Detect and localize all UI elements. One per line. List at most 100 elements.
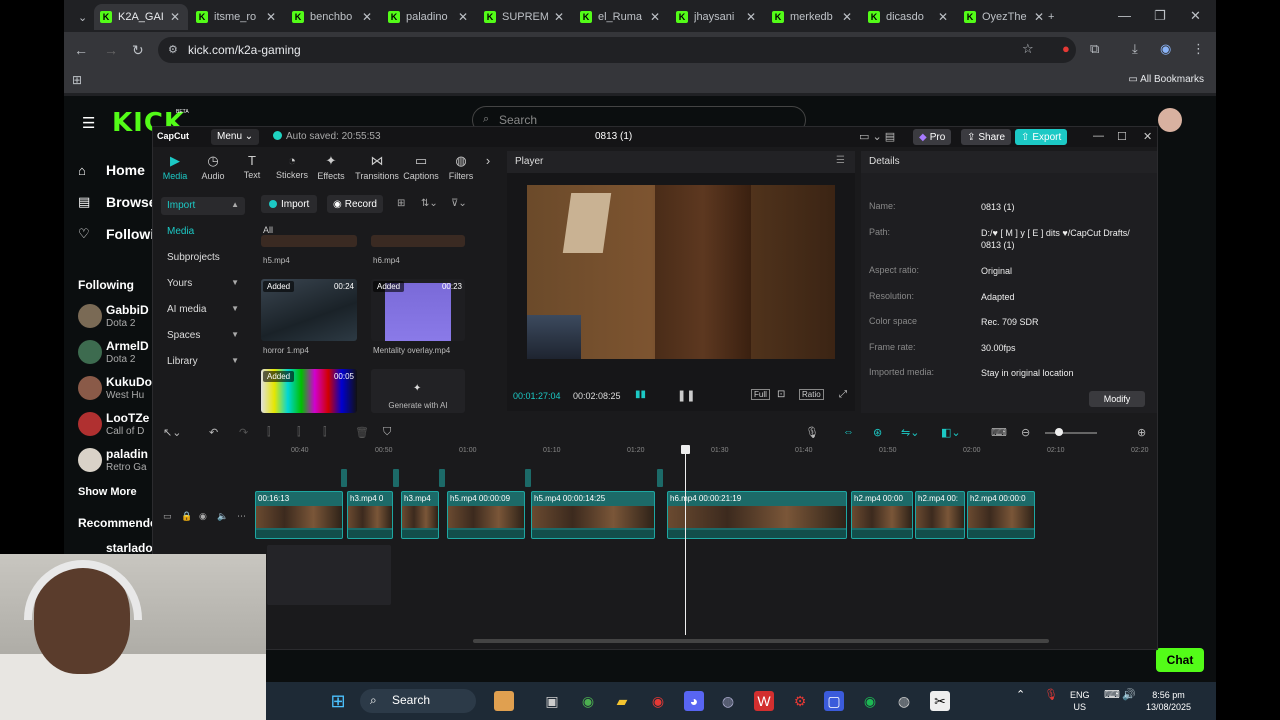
link-icon[interactable]: ⇔ <box>843 426 854 438</box>
close-icon[interactable]: ✕ <box>458 10 468 24</box>
close-icon[interactable]: ✕ <box>842 10 852 24</box>
tab-text[interactable]: T Text <box>232 153 272 180</box>
generate-ai-card[interactable]: ✦ Generate with AI <box>371 369 465 413</box>
record-app-icon[interactable]: ◉ <box>648 691 668 711</box>
timeline-clip[interactable]: h3.mp4 <box>401 491 439 539</box>
sidebar-item-library[interactable]: Library ▼ <box>161 353 245 371</box>
capcut-icon[interactable]: ✂ <box>930 691 950 711</box>
more-menu-icon[interactable]: ⋮ <box>1192 41 1205 57</box>
chat-button[interactable]: Chat <box>1156 648 1204 672</box>
all-bookmarks[interactable]: ▭ All Bookmarks <box>1128 74 1204 85</box>
extension-red-icon[interactable]: ● <box>1062 41 1070 56</box>
close-window-icon[interactable]: ✕ <box>1190 8 1201 24</box>
close-icon[interactable]: ✕ <box>938 10 948 24</box>
mic-tray-icon[interactable]: 🎙 <box>1044 689 1058 701</box>
steam-alt-icon[interactable]: ◍ <box>894 691 914 711</box>
nav-home[interactable]: ⌂ Home <box>78 162 145 178</box>
media-thumb-mentality[interactable]: Added 00:23 <box>371 279 465 341</box>
close-icon[interactable]: ✕ <box>170 10 180 24</box>
steam-icon[interactable]: ◍ <box>718 691 738 711</box>
zoom-out-icon[interactable]: ⊖ <box>1021 426 1030 439</box>
new-tab-button[interactable]: + <box>1042 4 1060 30</box>
maximize-icon[interactable]: ☐ <box>1117 130 1127 143</box>
language-indicator[interactable]: ENG US <box>1070 689 1090 713</box>
preview-axis-icon[interactable]: ◧⌄ <box>941 426 961 439</box>
minimize-icon[interactable]: — <box>1118 8 1131 23</box>
import-button[interactable]: Import <box>261 195 318 213</box>
select-tool-icon[interactable]: ↖⌄ <box>163 426 181 439</box>
bookmark-star-icon[interactable]: ☆ <box>1022 41 1034 57</box>
full-button[interactable]: Full <box>751 389 770 400</box>
tab-paladino[interactable]: Kpaladino ✕ <box>382 4 476 30</box>
modify-button[interactable]: Modify <box>1089 391 1145 407</box>
all-filter-label[interactable]: All <box>263 225 273 235</box>
tab-merkedb[interactable]: Kmerkedb ✕ <box>766 4 860 30</box>
profile-icon[interactable]: ◉ <box>1160 41 1171 57</box>
lock-icon[interactable]: 🔒 <box>181 511 192 522</box>
spotify-icon[interactable]: ◉ <box>860 691 880 711</box>
eye-icon[interactable]: ◉ <box>199 511 207 522</box>
speaker-icon[interactable]: 🔈 <box>217 511 228 522</box>
download-icon[interactable]: ⤓ <box>1132 41 1138 57</box>
tab-media[interactable]: ▶ Media <box>155 153 195 181</box>
settings-icon[interactable]: ⚙ <box>790 691 810 711</box>
overlay-clip-mark[interactable] <box>525 469 531 487</box>
linkage-icon[interactable]: ⇋⌄ <box>901 426 919 439</box>
apps-grid-icon[interactable]: ⊞ <box>72 73 82 87</box>
sidebar-item-yours[interactable]: Yours ▼ <box>161 275 245 293</box>
back-icon[interactable]: ← <box>74 42 88 58</box>
tab-menu[interactable]: ⌄ <box>72 4 93 30</box>
split-icon[interactable]: ⫿ <box>267 426 271 439</box>
zoom-slider[interactable] <box>1045 428 1097 436</box>
export-button[interactable]: ⇧ Export <box>1015 129 1068 145</box>
hamburger-icon[interactable]: ☰ <box>82 114 95 132</box>
magnet-icon[interactable]: ⊛ <box>873 426 882 439</box>
overlay-clip-mark[interactable] <box>393 469 399 487</box>
redo-icon[interactable]: ↷ <box>239 426 248 439</box>
tab-captions[interactable]: ▭ Captions <box>401 153 441 181</box>
sidebar-item-media[interactable]: Media <box>161 223 245 241</box>
tab-transitions[interactable]: ⋈ Transitions <box>355 153 399 181</box>
grid-view-icon[interactable]: ⊞ <box>397 198 405 209</box>
microphone-icon[interactable]: 🎙 <box>805 426 819 439</box>
tab-filters[interactable]: ◍ Filters <box>441 153 481 181</box>
minimize-icon[interactable]: — <box>1093 130 1104 142</box>
nav-browse[interactable]: ▤ Browse <box>78 194 157 210</box>
tab-k2a[interactable]: K K2A_GAI ✕ <box>94 4 188 30</box>
record-button[interactable]: ◉ Record <box>327 195 383 213</box>
forward-icon[interactable]: → <box>104 42 118 58</box>
network-icon[interactable]: ⌨ <box>1104 689 1120 701</box>
sort-icon[interactable]: ⇅⌄ <box>421 198 438 209</box>
chrome-icon[interactable]: ◉ <box>578 691 598 711</box>
timeline-clip[interactable]: h2.mp4 00:00:0 <box>967 491 1035 539</box>
taskbar-search[interactable]: ⌕ Search <box>360 689 476 713</box>
media-thumb-h5[interactable] <box>261 235 357 247</box>
caption-track-icon[interactable]: ⌨ <box>991 426 1007 439</box>
overlay-clip-mark[interactable] <box>439 469 445 487</box>
close-icon[interactable]: ✕ <box>362 10 372 24</box>
tab-oyezthe[interactable]: K OyezThe ✕ <box>958 4 1052 30</box>
marker-icon[interactable]: ⛉ <box>383 426 391 439</box>
tab-audio[interactable]: ◷ Audio <box>193 153 233 181</box>
close-icon[interactable]: ✕ <box>746 10 756 24</box>
tray-overflow-icon[interactable]: ⌃ <box>1016 689 1025 701</box>
wps-icon[interactable]: W <box>754 691 774 711</box>
tab-effects[interactable]: ✦ Effects <box>311 153 351 181</box>
volume-icon[interactable]: 🔊 <box>1122 689 1136 701</box>
zoom-slider-knob[interactable] <box>1055 428 1063 436</box>
ratio-button[interactable]: Ratio <box>799 389 824 400</box>
timeline-clip[interactable]: h2.mp4 00: <box>915 491 965 539</box>
tab-suprem[interactable]: K SUPREM ✕ <box>478 4 572 30</box>
zoom-in-icon[interactable]: ⊕ <box>1137 426 1146 439</box>
address-bar[interactable]: ⚙ kick.com/k2a-gaming <box>158 37 1076 63</box>
timeline-clip[interactable]: h3.mp4 0 <box>347 491 393 539</box>
sidebar-item-subprojects[interactable]: Subprojects <box>161 249 245 267</box>
menu-button[interactable]: Menu ⌄ <box>211 129 260 145</box>
playhead[interactable] <box>681 445 690 635</box>
player-menu-icon[interactable]: ☰ <box>836 155 845 166</box>
layout-icon[interactable]: ▭ ⌄ ▤ <box>859 130 895 143</box>
overlay-clip-mark[interactable] <box>341 469 347 487</box>
filter-icon[interactable]: ⊽⌄ <box>451 198 467 209</box>
tab-benchbo[interactable]: Kbenchbo ✕ <box>286 4 380 30</box>
timeline-clip[interactable]: h5.mp4 00:00:14:25 <box>531 491 655 539</box>
